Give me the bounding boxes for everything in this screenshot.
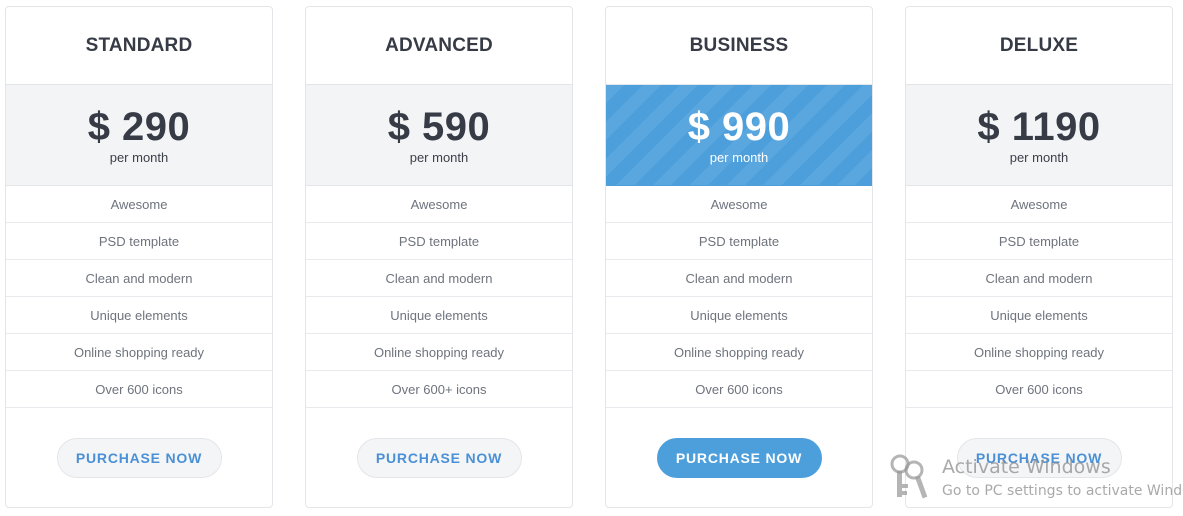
- price-box: $ 290 per month: [6, 85, 272, 186]
- purchase-now-button[interactable]: PURCHASE NOW: [656, 438, 822, 478]
- plan-card-business: BUSINESS $ 990 per month Awesome PSD tem…: [605, 6, 873, 508]
- plan-card-deluxe: DELUXE $ 1190 per month Awesome PSD temp…: [905, 6, 1173, 508]
- feature-item: Over 600+ icons: [306, 371, 572, 408]
- feature-item: Clean and modern: [306, 260, 572, 297]
- price-box: $ 1190 per month: [906, 85, 1172, 186]
- purchase-now-button[interactable]: PURCHASE NOW: [356, 438, 522, 478]
- purchase-now-button[interactable]: PURCHASE NOW: [56, 438, 222, 478]
- feature-item: Over 600 icons: [6, 371, 272, 408]
- feature-item: Clean and modern: [906, 260, 1172, 297]
- price-box-featured: $ 990 per month: [606, 85, 872, 186]
- feature-item: Awesome: [906, 186, 1172, 223]
- plan-price: $ 590: [387, 105, 491, 149]
- plan-name: ADVANCED: [306, 7, 572, 85]
- cta-area: PURCHASE NOW: [906, 408, 1172, 478]
- price-period: per month: [409, 150, 469, 165]
- feature-item: Clean and modern: [6, 260, 272, 297]
- feature-item: Unique elements: [306, 297, 572, 334]
- feature-item: Unique elements: [606, 297, 872, 334]
- feature-item: PSD template: [6, 223, 272, 260]
- feature-item: PSD template: [606, 223, 872, 260]
- plan-price: $ 290: [87, 105, 191, 149]
- feature-item: Awesome: [306, 186, 572, 223]
- feature-item: Online shopping ready: [6, 334, 272, 371]
- plan-name: DELUXE: [906, 7, 1172, 85]
- feature-item: Unique elements: [906, 297, 1172, 334]
- feature-item: Over 600 icons: [906, 371, 1172, 408]
- feature-item: Online shopping ready: [906, 334, 1172, 371]
- feature-list: Awesome PSD template Clean and modern Un…: [906, 186, 1172, 408]
- price-box: $ 590 per month: [306, 85, 572, 186]
- feature-item: Over 600 icons: [606, 371, 872, 408]
- cta-area: PURCHASE NOW: [306, 408, 572, 478]
- plan-name: BUSINESS: [606, 7, 872, 85]
- feature-item: Clean and modern: [606, 260, 872, 297]
- pricing-table: STANDARD $ 290 per month Awesome PSD tem…: [0, 0, 1183, 516]
- feature-item: PSD template: [906, 223, 1172, 260]
- purchase-now-button[interactable]: PURCHASE NOW: [956, 438, 1122, 478]
- plan-price: $ 990: [687, 105, 791, 149]
- price-period: per month: [109, 150, 169, 165]
- feature-item: Awesome: [6, 186, 272, 223]
- feature-list: Awesome PSD template Clean and modern Un…: [6, 186, 272, 408]
- feature-item: Online shopping ready: [306, 334, 572, 371]
- cta-area: PURCHASE NOW: [606, 408, 872, 478]
- plan-name: STANDARD: [6, 7, 272, 85]
- feature-item: Awesome: [606, 186, 872, 223]
- feature-item: Unique elements: [6, 297, 272, 334]
- plan-card-advanced: ADVANCED $ 590 per month Awesome PSD tem…: [305, 6, 573, 508]
- cta-area: PURCHASE NOW: [6, 408, 272, 478]
- feature-item: Online shopping ready: [606, 334, 872, 371]
- price-period: per month: [709, 150, 769, 165]
- feature-list: Awesome PSD template Clean and modern Un…: [306, 186, 572, 408]
- plan-price: $ 1190: [977, 105, 1101, 149]
- plan-card-standard: STANDARD $ 290 per month Awesome PSD tem…: [5, 6, 273, 508]
- feature-item: PSD template: [306, 223, 572, 260]
- price-period: per month: [1009, 150, 1069, 165]
- feature-list: Awesome PSD template Clean and modern Un…: [606, 186, 872, 408]
